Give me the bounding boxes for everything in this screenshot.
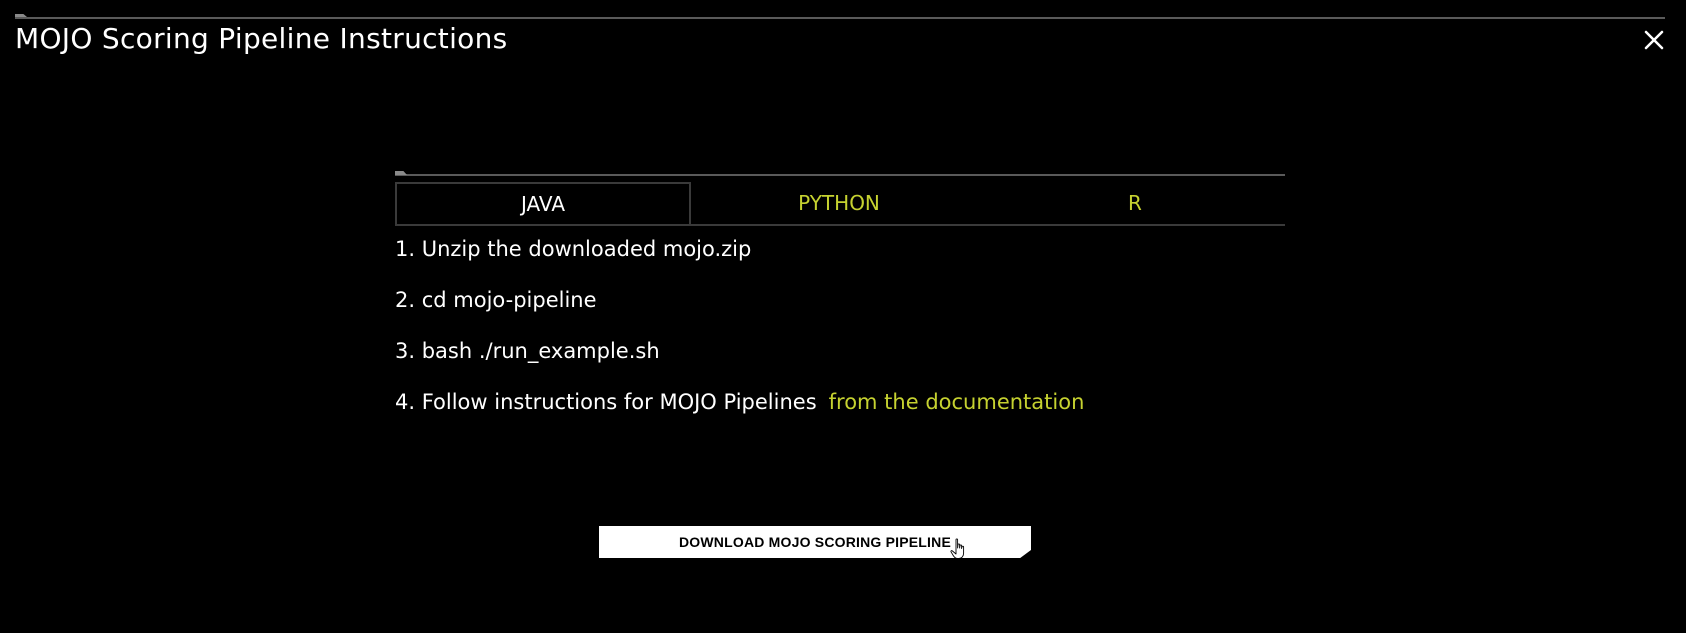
tab-java[interactable]: JAVA [395, 182, 691, 224]
step-item: 1. Unzip the downloaded mojo.zip [395, 237, 752, 261]
step-item: 4. Follow instructions for MOJO Pipeline… [395, 389, 1084, 440]
close-icon [1644, 30, 1664, 50]
step-item: 2. cd mojo-pipeline [395, 288, 597, 312]
step-text: 4. Follow instructions for MOJO Pipeline… [395, 390, 817, 414]
mojo-instructions-dialog: MOJO Scoring Pipeline Instructions JAVA … [0, 0, 1686, 633]
header-divider [15, 17, 1665, 19]
tabs-divider-notch [395, 171, 407, 175]
tab-r[interactable]: R [987, 182, 1283, 224]
step-item: 3. bash ./run_example.sh [395, 339, 660, 363]
hand-pointer-icon [950, 538, 965, 559]
documentation-link[interactable]: from the documentation [829, 390, 1085, 414]
dialog-title: MOJO Scoring Pipeline Instructions [15, 22, 508, 55]
tab-python[interactable]: PYTHON [691, 182, 987, 224]
close-button[interactable] [1640, 26, 1668, 54]
header-divider-notch [15, 14, 27, 17]
language-tabs: JAVA PYTHON R [395, 182, 1285, 226]
tabs-divider [395, 174, 1285, 176]
instruction-steps: 1. Unzip the downloaded mojo.zip 2. cd m… [395, 236, 1084, 440]
